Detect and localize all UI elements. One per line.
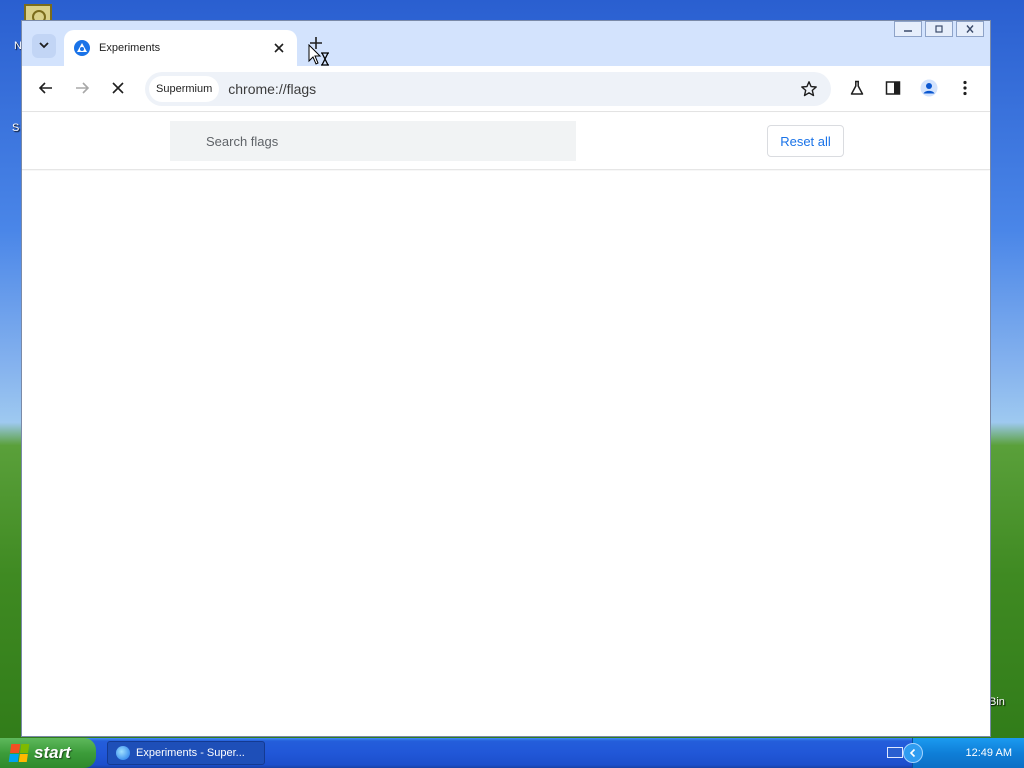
tab-strip: Experiments: [22, 21, 990, 66]
search-flags-input[interactable]: [170, 121, 576, 161]
desktop-label-fragment: S: [12, 122, 20, 134]
url-text[interactable]: chrome://flags: [228, 81, 796, 97]
address-bar[interactable]: Supermium chrome://flags: [145, 72, 831, 106]
back-arrow-icon: [38, 80, 54, 101]
browser-chip[interactable]: Supermium: [149, 76, 220, 102]
tab-experiments[interactable]: Experiments: [64, 30, 297, 66]
flags-favicon-icon: [74, 40, 90, 56]
show-hidden-icons-icon[interactable]: [903, 743, 923, 763]
clock[interactable]: 12:49 AM: [966, 747, 1012, 759]
browser-window: Experiments Supermium chrome://flags Sea…: [21, 20, 991, 737]
taskbar-item-label: Experiments - Super...: [136, 747, 245, 759]
minimize-button[interactable]: [894, 21, 922, 37]
stop-icon: [111, 81, 125, 100]
profile-icon: [920, 79, 938, 102]
browser-toolbar: Supermium chrome://flags: [22, 66, 990, 112]
system-tray: 12:49 AM: [903, 738, 1024, 768]
restore-button[interactable]: [925, 21, 953, 37]
keyboard-icon[interactable]: [887, 747, 903, 758]
close-window-button[interactable]: [956, 21, 984, 37]
taskbar: start Experiments - Super... 12:49 AM: [0, 738, 1024, 768]
side-panel-button[interactable]: [880, 77, 906, 103]
star-icon[interactable]: [796, 76, 822, 102]
side-panel-icon: [885, 80, 901, 101]
back-button[interactable]: [33, 77, 59, 103]
stop-button[interactable]: [105, 77, 131, 103]
reset-all-button[interactable]: Reset all: [767, 125, 844, 157]
recycle-bin-label-fragment: Bin: [989, 696, 1005, 708]
close-icon[interactable]: [269, 38, 289, 58]
kebab-menu-icon: [962, 80, 968, 101]
page-content: [22, 171, 990, 736]
forward-button[interactable]: [69, 77, 95, 103]
forward-arrow-icon: [74, 80, 90, 101]
flask-icon: [849, 80, 865, 101]
tab-title: Experiments: [99, 42, 161, 54]
tab-search-button[interactable]: [32, 34, 56, 58]
start-label: start: [34, 743, 71, 762]
start-button[interactable]: start: [0, 738, 96, 768]
taskbar-item-browser[interactable]: Experiments - Super...: [107, 741, 265, 765]
browser-app-icon: [116, 746, 130, 760]
chevron-down-icon: [39, 37, 49, 55]
windows-logo-icon: [8, 744, 30, 762]
flags-header: Reset all: [22, 113, 990, 170]
labs-button[interactable]: [844, 77, 870, 103]
profile-button[interactable]: [916, 77, 942, 103]
window-controls: [894, 21, 990, 37]
menu-button[interactable]: [952, 77, 978, 103]
busy-cursor-icon: [308, 43, 334, 70]
